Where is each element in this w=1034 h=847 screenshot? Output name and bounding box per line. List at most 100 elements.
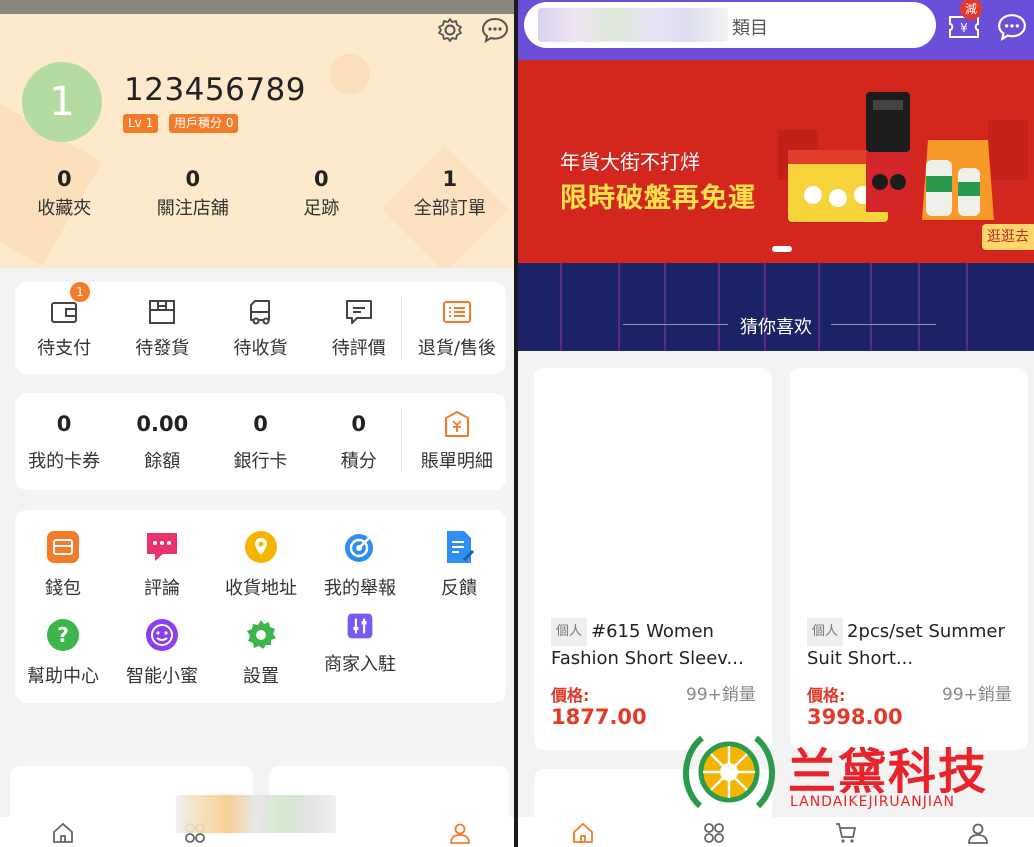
asset-label: 銀行卡 <box>233 451 288 472</box>
category-icon[interactable] <box>702 821 726 845</box>
services-card: 錢包 評論 收貨地址 我的舉報 反饋 ? 幫助中心 智能小蜜 設置 商家入駐 <box>15 510 506 703</box>
cart-icon[interactable] <box>834 821 858 845</box>
gear-icon <box>247 620 276 649</box>
order-pending-review[interactable]: 待評價 <box>310 296 408 360</box>
home-icon[interactable] <box>571 821 595 845</box>
asset-coupons[interactable]: 0 我的卡券 <box>15 410 113 473</box>
box-icon <box>149 300 176 324</box>
banner-cta-button[interactable]: 逛逛去 <box>982 224 1034 250</box>
product-price: 3998.00 <box>807 705 903 729</box>
profile-stats: 0 收藏夾 0 關注店舖 0 足跡 1 全部訂單 <box>0 166 514 220</box>
search-input[interactable]: 類目 <box>524 2 936 48</box>
sales-count: 99+銷量 <box>686 685 756 705</box>
seller-tag: 個人 <box>807 618 844 646</box>
stat-label: 收藏夾 <box>37 198 92 219</box>
section-title: 猜你喜欢 <box>740 317 812 338</box>
service-address[interactable]: 收貨地址 <box>212 530 310 600</box>
stat-followed-shops[interactable]: 0 關注店舖 <box>129 166 258 220</box>
sliders-icon <box>347 613 373 639</box>
order-count-badge: 1 <box>70 282 90 302</box>
svg-text:?: ? <box>57 623 69 647</box>
stat-footprints[interactable]: 0 足跡 <box>257 166 386 220</box>
home-screen: 類目 ¥ 減 年貨大街不打烊 限時破盤再免運 逛逛去 猜你喜欢 個人 #615 … <box>518 0 1034 847</box>
stat-all-orders[interactable]: 1 全部訂單 <box>386 166 515 220</box>
order-label: 待評價 <box>331 338 386 359</box>
order-returns[interactable]: 退貨/售後 <box>408 296 506 360</box>
profile-icon[interactable] <box>448 821 472 845</box>
stat-value: 0 <box>185 167 201 191</box>
stat-label: 全部訂單 <box>413 198 486 219</box>
asset-label: 餘額 <box>144 451 181 472</box>
order-status-card: 1 待支付 待發貨 待收貨 待評價 退貨/售後 <box>15 282 506 374</box>
service-smart-assistant[interactable]: 智能小蜜 <box>113 618 211 688</box>
price-label: 價格: <box>551 686 590 705</box>
order-pending-receipt[interactable]: 待收貨 <box>211 296 309 360</box>
divider <box>401 407 402 471</box>
service-settings[interactable]: 設置 <box>212 618 310 688</box>
profile-screen: 1 123456789 Lv 1 用戶積分 0 0 收藏夾 0 關注店舖 0 足… <box>0 0 514 847</box>
service-reviews[interactable]: 評論 <box>113 530 211 600</box>
promo-banner[interactable]: 年貨大街不打烊 限時破盤再免運 逛逛去 <box>518 60 1034 263</box>
avatar-text: 1 <box>49 79 75 125</box>
stat-value: 1 <box>442 167 458 191</box>
asset-label: 積分 <box>340 451 377 472</box>
svg-text:¥: ¥ <box>960 21 968 35</box>
message-icon[interactable] <box>997 12 1027 42</box>
stat-favorites[interactable]: 0 收藏夾 <box>0 166 129 220</box>
service-label: 錢包 <box>45 578 81 599</box>
service-label: 商家入駐 <box>324 654 396 675</box>
product-price: 1877.00 <box>551 705 647 729</box>
comment-icon <box>345 300 372 324</box>
asset-bill-details[interactable]: 賬單明細 <box>408 410 506 473</box>
order-label: 待支付 <box>37 338 92 359</box>
stat-value: 0 <box>313 167 329 191</box>
service-feedback[interactable]: 反饋 <box>410 530 508 600</box>
edit-doc-icon <box>447 531 475 563</box>
profile-header: 1 123456789 Lv 1 用戶積分 0 0 收藏夾 0 關注店舖 0 足… <box>0 14 514 268</box>
divider <box>401 296 402 360</box>
service-label: 評論 <box>144 578 180 599</box>
help-icon: ? <box>47 619 79 651</box>
product-card[interactable]: 個人 2pcs/set Summer Suit Short... 價格: 3998… <box>790 368 1028 750</box>
product-name: 個人 2pcs/set Summer Suit Short... <box>807 618 1017 672</box>
brand-name: 兰黛科技 <box>788 744 989 800</box>
order-label: 待發貨 <box>135 338 190 359</box>
order-pending-payment[interactable]: 1 待支付 <box>15 282 113 360</box>
header-bar: 類目 ¥ 減 <box>518 0 1034 60</box>
points-badge: 用戶積分 0 <box>169 114 239 133</box>
service-label: 幫助中心 <box>27 666 99 687</box>
gear-icon[interactable] <box>436 16 464 44</box>
order-pending-shipment[interactable]: 待發貨 <box>113 296 211 360</box>
wallet-icon <box>47 531 79 563</box>
bottom-nav <box>0 795 514 847</box>
bottom-nav <box>518 817 1034 847</box>
service-merchant-join[interactable]: 商家入駐 <box>311 612 409 676</box>
service-label: 設置 <box>243 666 279 687</box>
service-help-center[interactable]: ? 幫助中心 <box>14 618 112 688</box>
asset-balance[interactable]: 0.00 餘額 <box>113 410 211 473</box>
smile-icon <box>146 619 178 651</box>
home-icon[interactable] <box>51 821 75 845</box>
status-bar <box>0 0 514 14</box>
level-badge: Lv 1 <box>123 114 159 133</box>
asset-label: 我的卡券 <box>28 451 101 472</box>
brand-logo-icon <box>683 735 775 809</box>
message-icon[interactable] <box>481 16 509 44</box>
banner-illustration <box>778 92 1028 222</box>
banner-title: 限時破盤再免運 <box>560 183 756 214</box>
price-label: 價格: <box>807 686 846 705</box>
target-icon <box>345 533 374 562</box>
asset-bank-card[interactable]: 0 銀行卡 <box>211 410 309 473</box>
avatar[interactable]: 1 <box>22 62 102 142</box>
service-my-reports[interactable]: 我的舉報 <box>311 530 409 600</box>
carousel-indicator <box>772 246 792 252</box>
search-placeholder: 類目 <box>732 18 768 39</box>
service-label: 智能小蜜 <box>126 666 198 687</box>
service-label: 反饋 <box>441 578 477 599</box>
product-card[interactable]: 個人 #615 Women Fashion Short Sleev... 價格: … <box>534 368 772 750</box>
sales-count: 99+銷量 <box>942 685 1012 705</box>
banner-headline: 年貨大街不打烊 <box>560 150 700 174</box>
asset-points[interactable]: 0 積分 <box>310 410 408 473</box>
service-wallet[interactable]: 錢包 <box>14 530 112 600</box>
profile-icon[interactable] <box>966 821 990 845</box>
